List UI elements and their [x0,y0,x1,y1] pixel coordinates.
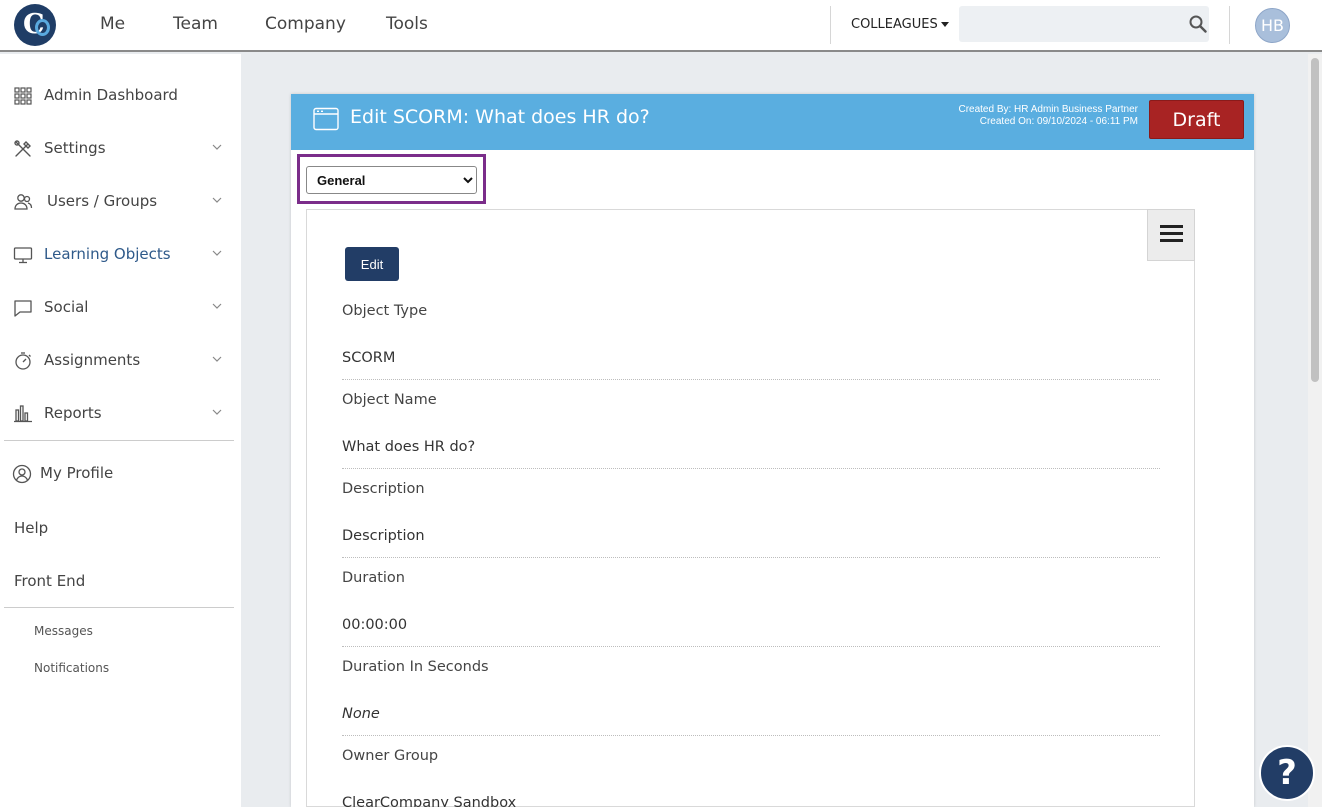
created-by: Created By: HR Admin Business Partner [958,104,1138,115]
chevron-down-icon [212,144,222,150]
sidebar-item-messages[interactable]: Messages [34,624,93,638]
field-value-description: Description [342,528,425,544]
scrollbar-thumb[interactable] [1311,58,1319,382]
chevron-down-icon [212,197,222,203]
hamburger-icon [1160,225,1183,228]
help-button[interactable]: ? [1259,745,1315,801]
nav-tools[interactable]: Tools [386,14,428,34]
field-value-duration: 00:00:00 [342,617,408,633]
hamburger-icon [1160,239,1183,242]
field-label-description: Description [342,481,425,497]
sidebar: Admin Dashboard Settings Users / Groups [0,54,241,807]
field-value-object-type: SCORM [342,350,396,366]
field-label-owner-group: Owner Group [342,748,439,764]
search-input[interactable] [959,6,1209,42]
caret-down-icon [940,22,949,27]
field-value-owner-group: ClearCompany Sandbox [342,795,517,807]
edit-scorm-card: Edit SCORM: What does HR do? Created By:… [291,94,1254,807]
sidebar-item-settings[interactable]: Settings [0,128,241,168]
search-icon[interactable] [1189,15,1207,33]
section-select[interactable]: General [306,166,477,194]
stopwatch-icon [15,352,31,370]
monitor-icon [13,247,33,264]
sidebar-item-reports[interactable]: Reports [0,393,241,433]
sidebar-item-notifications[interactable]: Notifications [34,661,109,675]
sidebar-item-my-profile[interactable]: My Profile [0,453,241,493]
company-logo[interactable]: C [14,4,56,46]
field-divider [342,468,1160,469]
colleagues-dropdown[interactable]: COLLEAGUES [851,17,949,32]
users-icon [14,194,33,210]
bar-chart-icon [14,405,32,423]
field-divider [342,379,1160,380]
sidebar-item-label: Learning Objects [44,245,171,263]
chevron-down-icon [212,250,222,256]
field-label-duration-seconds: Duration In Seconds [342,659,489,675]
divider [1229,6,1230,44]
sidebar-item-label: Reports [44,404,102,422]
field-label-object-name: Object Name [342,392,437,408]
divider [830,6,831,44]
sidebar-item-social[interactable]: Social [0,287,241,327]
sidebar-item-assignments[interactable]: Assignments [0,340,241,380]
sidebar-item-label: Assignments [44,351,141,369]
window-icon [313,107,339,131]
page-scrollbar[interactable] [1308,54,1322,807]
field-divider [342,646,1160,647]
sidebar-divider [4,440,234,441]
field-divider [342,557,1160,558]
sidebar-item-front-end[interactable]: Front End [14,572,85,590]
edit-button[interactable]: Edit [345,247,399,281]
sidebar-item-label: Settings [44,139,106,157]
colleagues-label: COLLEAGUES [851,17,938,32]
chevron-down-icon [212,303,222,309]
sidebar-item-admin-dashboard[interactable]: Admin Dashboard [0,75,241,115]
field-divider [342,735,1160,736]
sidebar-item-label: Social [44,298,89,316]
top-bar: C Me Team Company Tools COLLEAGUES HB [0,0,1322,52]
user-circle-icon [12,464,32,484]
details-panel: Edit Object Type SCORM Object Name What … [306,209,1195,807]
field-value-duration-seconds: None [342,706,380,722]
page-title: Edit SCORM: What does HR do? [350,106,650,128]
sidebar-item-label: Users / Groups [47,192,158,210]
logo-letter-o [35,19,50,36]
chat-icon [14,300,32,317]
card-header: Edit SCORM: What does HR do? Created By:… [291,94,1254,150]
created-meta: Created By: HR Admin Business Partner Cr… [958,104,1138,128]
grid-icon [14,87,32,105]
field-label-object-type: Object Type [342,303,428,319]
created-on: Created On: 09/10/2024 - 06:11 PM [979,116,1138,127]
hamburger-icon [1160,232,1183,235]
user-avatar[interactable]: HB [1255,8,1290,43]
nav-company[interactable]: Company [265,14,346,34]
tools-icon [14,140,31,157]
hamburger-menu-button[interactable] [1147,209,1195,261]
chevron-down-icon [212,356,222,362]
nav-me[interactable]: Me [100,14,125,34]
sidebar-item-label: Admin Dashboard [44,86,178,104]
sidebar-item-learning-objects[interactable]: Learning Objects [0,234,241,274]
sidebar-item-users-groups[interactable]: Users / Groups [0,181,241,221]
draft-status-button[interactable]: Draft [1149,100,1244,139]
sidebar-item-label: My Profile [40,464,114,482]
tab-select-highlight: General [297,154,486,204]
sidebar-divider [4,607,234,608]
field-value-object-name: What does HR do? [342,439,476,455]
chevron-down-icon [212,409,222,415]
sidebar-item-help[interactable]: Help [14,519,48,537]
nav-team[interactable]: Team [173,14,218,34]
field-label-duration: Duration [342,570,405,586]
